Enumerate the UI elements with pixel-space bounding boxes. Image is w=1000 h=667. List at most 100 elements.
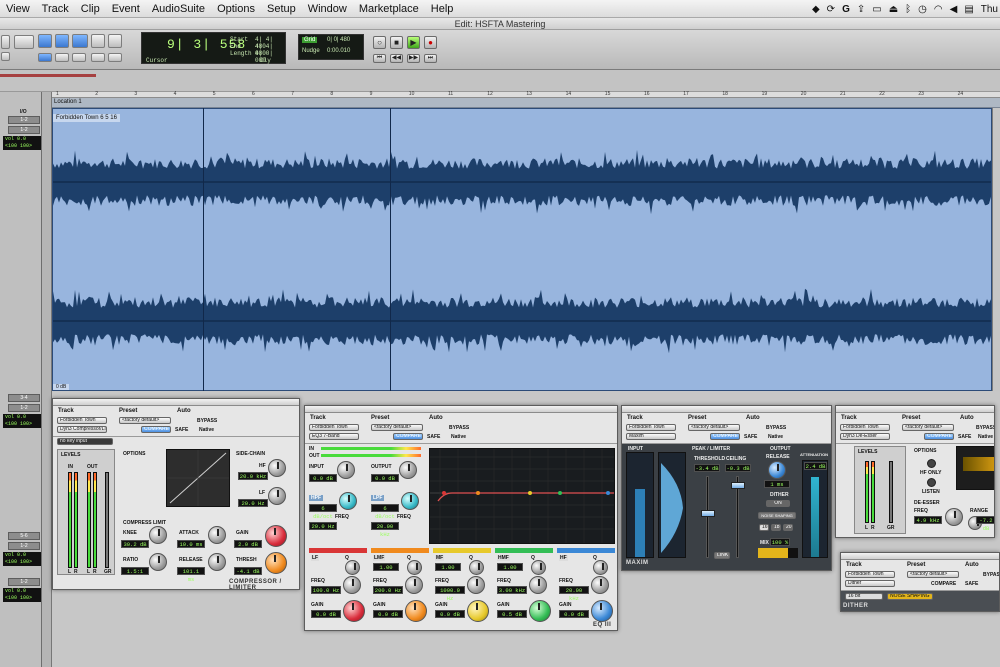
band-freq-knob[interactable] bbox=[591, 576, 609, 594]
hpf-freq-value[interactable]: 20.0 Hz bbox=[309, 522, 337, 530]
deesser-plugin-selector[interactable]: Dyn3 De-Esser bbox=[840, 433, 890, 440]
hf-value[interactable]: 20.0 kHz bbox=[238, 472, 268, 480]
pencil-tool[interactable] bbox=[108, 34, 122, 48]
band-name[interactable]: MF bbox=[435, 555, 445, 561]
band-gain-knob[interactable] bbox=[467, 600, 489, 622]
rewind-start-button[interactable]: ⏮ bbox=[373, 54, 386, 63]
eq-titlebar[interactable] bbox=[305, 406, 617, 413]
online-button[interactable]: ○ bbox=[373, 36, 386, 49]
menu-event[interactable]: Event bbox=[106, 3, 146, 15]
selector-tool[interactable] bbox=[72, 34, 88, 48]
menu-clip[interactable]: Clip bbox=[75, 3, 106, 15]
menu-help[interactable]: Help bbox=[425, 3, 460, 15]
track-1-input[interactable]: 1-2 bbox=[8, 116, 40, 124]
threshold-value[interactable]: -3.4 dB bbox=[694, 464, 720, 472]
band-name[interactable]: HMF bbox=[497, 555, 510, 561]
clock[interactable]: Thu bbox=[981, 4, 998, 15]
bit-18[interactable]: 18 bbox=[771, 524, 781, 531]
wifi-icon[interactable]: ◠ bbox=[934, 4, 943, 15]
edit-mode-button-5[interactable] bbox=[108, 53, 122, 62]
eq-plugin-selector[interactable]: EQ3 7-Band bbox=[309, 433, 359, 440]
bit-16[interactable]: 16 bbox=[759, 524, 769, 531]
zoom-preset-button[interactable] bbox=[1, 52, 10, 61]
markers-ruler[interactable]: Location 1 bbox=[52, 98, 1000, 108]
ceiling-value[interactable]: -0.3 dB bbox=[725, 464, 751, 472]
hf-only-toggle[interactable] bbox=[927, 459, 936, 468]
eq-output-knob[interactable] bbox=[399, 461, 417, 479]
band-gain-knob[interactable] bbox=[343, 600, 365, 622]
eq-band-handle[interactable] bbox=[606, 491, 610, 495]
knee-value[interactable]: 30.2 dB bbox=[121, 540, 149, 548]
band-q-value[interactable]: 1.00 bbox=[435, 563, 461, 571]
edit-mode-button-2[interactable] bbox=[55, 53, 69, 62]
dither-preset-selector[interactable]: <factory default> bbox=[907, 571, 959, 578]
band-freq-knob[interactable] bbox=[405, 576, 423, 594]
zoomer-tool[interactable] bbox=[38, 34, 52, 48]
deesser-freq-knob[interactable] bbox=[945, 508, 963, 526]
deesser-range-value[interactable]: -7.2 dB bbox=[976, 516, 994, 532]
track-3-output[interactable]: 1-2 bbox=[8, 542, 40, 550]
band-q-value[interactable]: 1.00 bbox=[373, 563, 399, 571]
track-2-output[interactable]: 1-2 bbox=[8, 404, 40, 412]
band-q-knob[interactable] bbox=[407, 560, 422, 575]
zoom-button[interactable] bbox=[14, 35, 34, 49]
maxim-bypass-button[interactable]: BYPASS bbox=[766, 425, 786, 431]
dither-bypass-button[interactable]: BYPASS bbox=[983, 572, 999, 578]
eq-output-value[interactable]: 0.0 dB bbox=[371, 474, 399, 482]
band-gain-value[interactable]: 0.0 dB bbox=[373, 610, 403, 618]
mix-value[interactable]: 100 % bbox=[770, 538, 790, 546]
lpf-slope[interactable]: 6 dB/oct bbox=[371, 504, 399, 520]
upload-icon[interactable]: ⇪ bbox=[857, 4, 865, 15]
rewind-button[interactable]: ◀◀ bbox=[390, 54, 403, 63]
eq-track-selector[interactable]: Forbidden Town bbox=[309, 424, 359, 431]
track-3-input[interactable]: 5-6 bbox=[8, 532, 40, 540]
release-knob[interactable] bbox=[208, 553, 226, 571]
marker-location-1[interactable]: Location 1 bbox=[54, 99, 82, 105]
eq-graph[interactable] bbox=[429, 448, 615, 544]
menu-options[interactable]: Options bbox=[211, 3, 261, 15]
dither-track-selector[interactable]: Forbidden Town bbox=[845, 571, 895, 578]
gain-knob[interactable] bbox=[265, 525, 287, 547]
band-freq-knob[interactable] bbox=[467, 576, 485, 594]
band-freq-value[interactable]: 200.0 Hz bbox=[373, 586, 403, 594]
sync-icon[interactable]: ⟳ bbox=[827, 4, 835, 15]
record-button[interactable]: ● bbox=[424, 36, 437, 49]
maxim-track-selector[interactable]: Forbidden Town bbox=[626, 424, 676, 431]
bit-20[interactable]: 20 bbox=[783, 524, 793, 531]
track-selector[interactable]: Forbidden Town bbox=[57, 417, 107, 424]
g-icon[interactable]: G bbox=[842, 4, 850, 15]
dither-noise-shaping[interactable]: NOISE SHAPING bbox=[887, 593, 933, 600]
menu-track[interactable]: Track bbox=[36, 3, 75, 15]
band-q-knob[interactable] bbox=[345, 560, 360, 575]
band-gain-value[interactable]: 0.0 dB bbox=[559, 610, 589, 618]
band-gain-knob[interactable] bbox=[529, 600, 551, 622]
eq-preset-selector[interactable]: <factory default> bbox=[371, 424, 423, 431]
fast-forward-button[interactable]: ▶▶ bbox=[407, 54, 420, 63]
plugin-selector[interactable]: Dyn3 Compressor/Limiter bbox=[57, 426, 107, 433]
dropbox-icon[interactable]: ◆ bbox=[812, 4, 820, 15]
threshold-fader[interactable] bbox=[701, 510, 715, 517]
ceiling-fader[interactable] bbox=[731, 482, 745, 489]
volume-icon[interactable]: ◀ bbox=[950, 4, 958, 15]
band-freq-knob[interactable] bbox=[529, 576, 547, 594]
maxim-release-knob[interactable] bbox=[768, 461, 786, 479]
maxim-compare-button[interactable]: COMPARE bbox=[710, 433, 740, 440]
band-gain-knob[interactable] bbox=[591, 600, 613, 622]
grid-nudge-display[interactable]: Grid 0| 0| 480 Nudge 0:00.010 bbox=[298, 34, 364, 60]
compare-button[interactable]: COMPARE bbox=[141, 426, 171, 433]
eq-input-knob[interactable] bbox=[337, 461, 355, 479]
listen-toggle[interactable] bbox=[927, 478, 936, 487]
menu-window[interactable]: Window bbox=[302, 3, 353, 15]
noise-shaping-button[interactable]: NOISE SHAPING bbox=[758, 512, 796, 519]
main-counter[interactable]: 9| 3| 558 Start End Length 4| 4| 480 4| … bbox=[141, 32, 286, 64]
maxim-preset-selector[interactable]: <factory default> bbox=[688, 424, 740, 431]
band-name[interactable]: LF bbox=[311, 555, 320, 561]
grabber-tool[interactable] bbox=[91, 34, 105, 48]
edit-mode-button-4[interactable] bbox=[91, 53, 105, 62]
deesser-preset-selector[interactable]: <factory default> bbox=[902, 424, 954, 431]
menu-marketplace[interactable]: Marketplace bbox=[353, 3, 425, 15]
band-q-knob[interactable] bbox=[593, 560, 608, 575]
preset-selector[interactable]: <factory default> bbox=[119, 417, 171, 424]
band-freq-value[interactable]: 100.0 Hz bbox=[311, 586, 341, 594]
monitor-icon[interactable]: ▭ bbox=[872, 4, 881, 15]
